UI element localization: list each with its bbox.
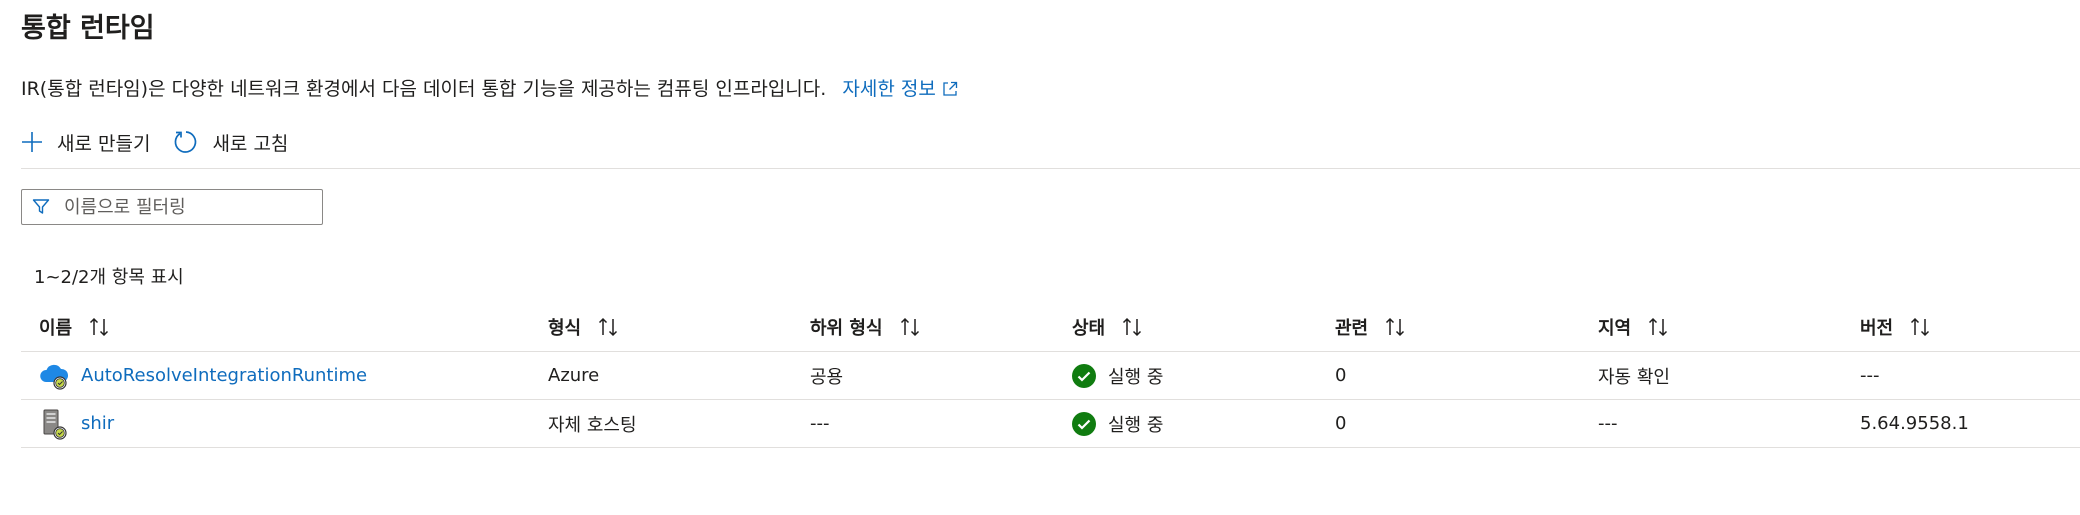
new-button-label: 새로 만들기 [57,132,151,155]
column-header-region[interactable]: 지역 [1598,303,1860,352]
sort-icon [599,317,618,337]
cell-related: 0 [1335,351,1598,400]
cell-related: 0 [1335,399,1598,448]
column-header-type[interactable]: 형식 [548,303,810,352]
cell-region: --- [1598,399,1860,448]
cell-version: --- [1860,351,2080,400]
cell-status: 실행 중 [1072,399,1335,448]
column-header-related[interactable]: 관련 [1335,303,1598,352]
toolbar-divider [21,168,2080,169]
status-text: 실행 중 [1108,414,1164,436]
success-check-icon [1072,411,1096,436]
external-link-icon [943,81,957,96]
page-description: IR(통합 런타임)은 다양한 네트워크 환경에서 다음 데이터 통합 기능을 … [21,74,958,101]
cell-type: Azure [548,351,810,400]
success-check-icon [1072,363,1096,388]
sort-icon [900,317,919,337]
column-label-name: 이름 [39,318,73,339]
column-label-subtype: 하위 형식 [810,318,883,339]
cell-region: 자동 확인 [1598,351,1860,400]
runtime-name-link[interactable]: AutoResolveIntegrationRuntime [81,365,367,386]
page-title: 통합 런타임 [21,13,155,44]
filter-input[interactable] [62,195,316,219]
runtime-table: 이름 형식 하위 형식 상태 관련 지역 버전 AutoResolveInteg… [21,303,2080,448]
refresh-icon [175,131,197,153]
self-hosted-server-icon [43,409,67,440]
item-count: 1~2/2개 항목 표시 [34,267,184,288]
new-button[interactable]: 새로 만들기 [21,129,150,156]
table-header-row: 이름 형식 하위 형식 상태 관련 지역 버전 [21,303,2080,352]
sort-icon [1386,317,1405,337]
cell-status: 실행 중 [1072,351,1335,400]
cell-subtype: 공용 [810,351,1072,400]
cell-subtype: --- [810,399,1072,448]
cell-version: 5.64.9558.1 [1860,399,2080,448]
refresh-button-label: 새로 고침 [212,132,289,155]
sort-icon [1123,317,1142,337]
azure-cloud-runtime-icon [40,364,69,390]
sort-icon [1649,317,1668,337]
column-label-version: 버전 [1860,318,1894,339]
column-label-region: 지역 [1598,318,1632,339]
column-header-version[interactable]: 버전 [1860,303,2080,352]
cell-name: shir [21,399,548,448]
column-label-type: 형식 [548,318,582,339]
column-label-related: 관련 [1335,318,1369,339]
column-label-status: 상태 [1072,318,1106,339]
description-text: IR(통합 런타임)은 다양한 네트워크 환경에서 다음 데이터 통합 기능을 … [21,78,827,100]
sort-icon [90,317,109,337]
status-text: 실행 중 [1108,366,1164,388]
filter-icon [32,199,50,214]
learn-more-label: 자세한 정보 [842,78,936,100]
column-header-status[interactable]: 상태 [1072,303,1335,352]
column-header-subtype[interactable]: 하위 형식 [810,303,1072,352]
table-row[interactable]: shir 자체 호스팅 --- 실행 중 0 --- 5.64.9558.1 [21,399,2080,448]
runtime-name-link[interactable]: shir [81,413,114,434]
sort-icon [1911,317,1930,337]
learn-more-link[interactable]: 자세한 정보 [842,78,957,100]
cell-name: AutoResolveIntegrationRuntime [21,351,548,400]
column-header-name[interactable]: 이름 [21,303,548,352]
table-row[interactable]: AutoResolveIntegrationRuntime Azure 공용 실… [21,351,2080,400]
add-icon [22,132,42,152]
command-bar: 새로 만들기 새로 고침 [21,124,310,160]
refresh-button[interactable]: 새로 고침 [172,129,288,156]
cell-type: 자체 호스팅 [548,399,810,448]
filter-box[interactable] [21,189,323,225]
